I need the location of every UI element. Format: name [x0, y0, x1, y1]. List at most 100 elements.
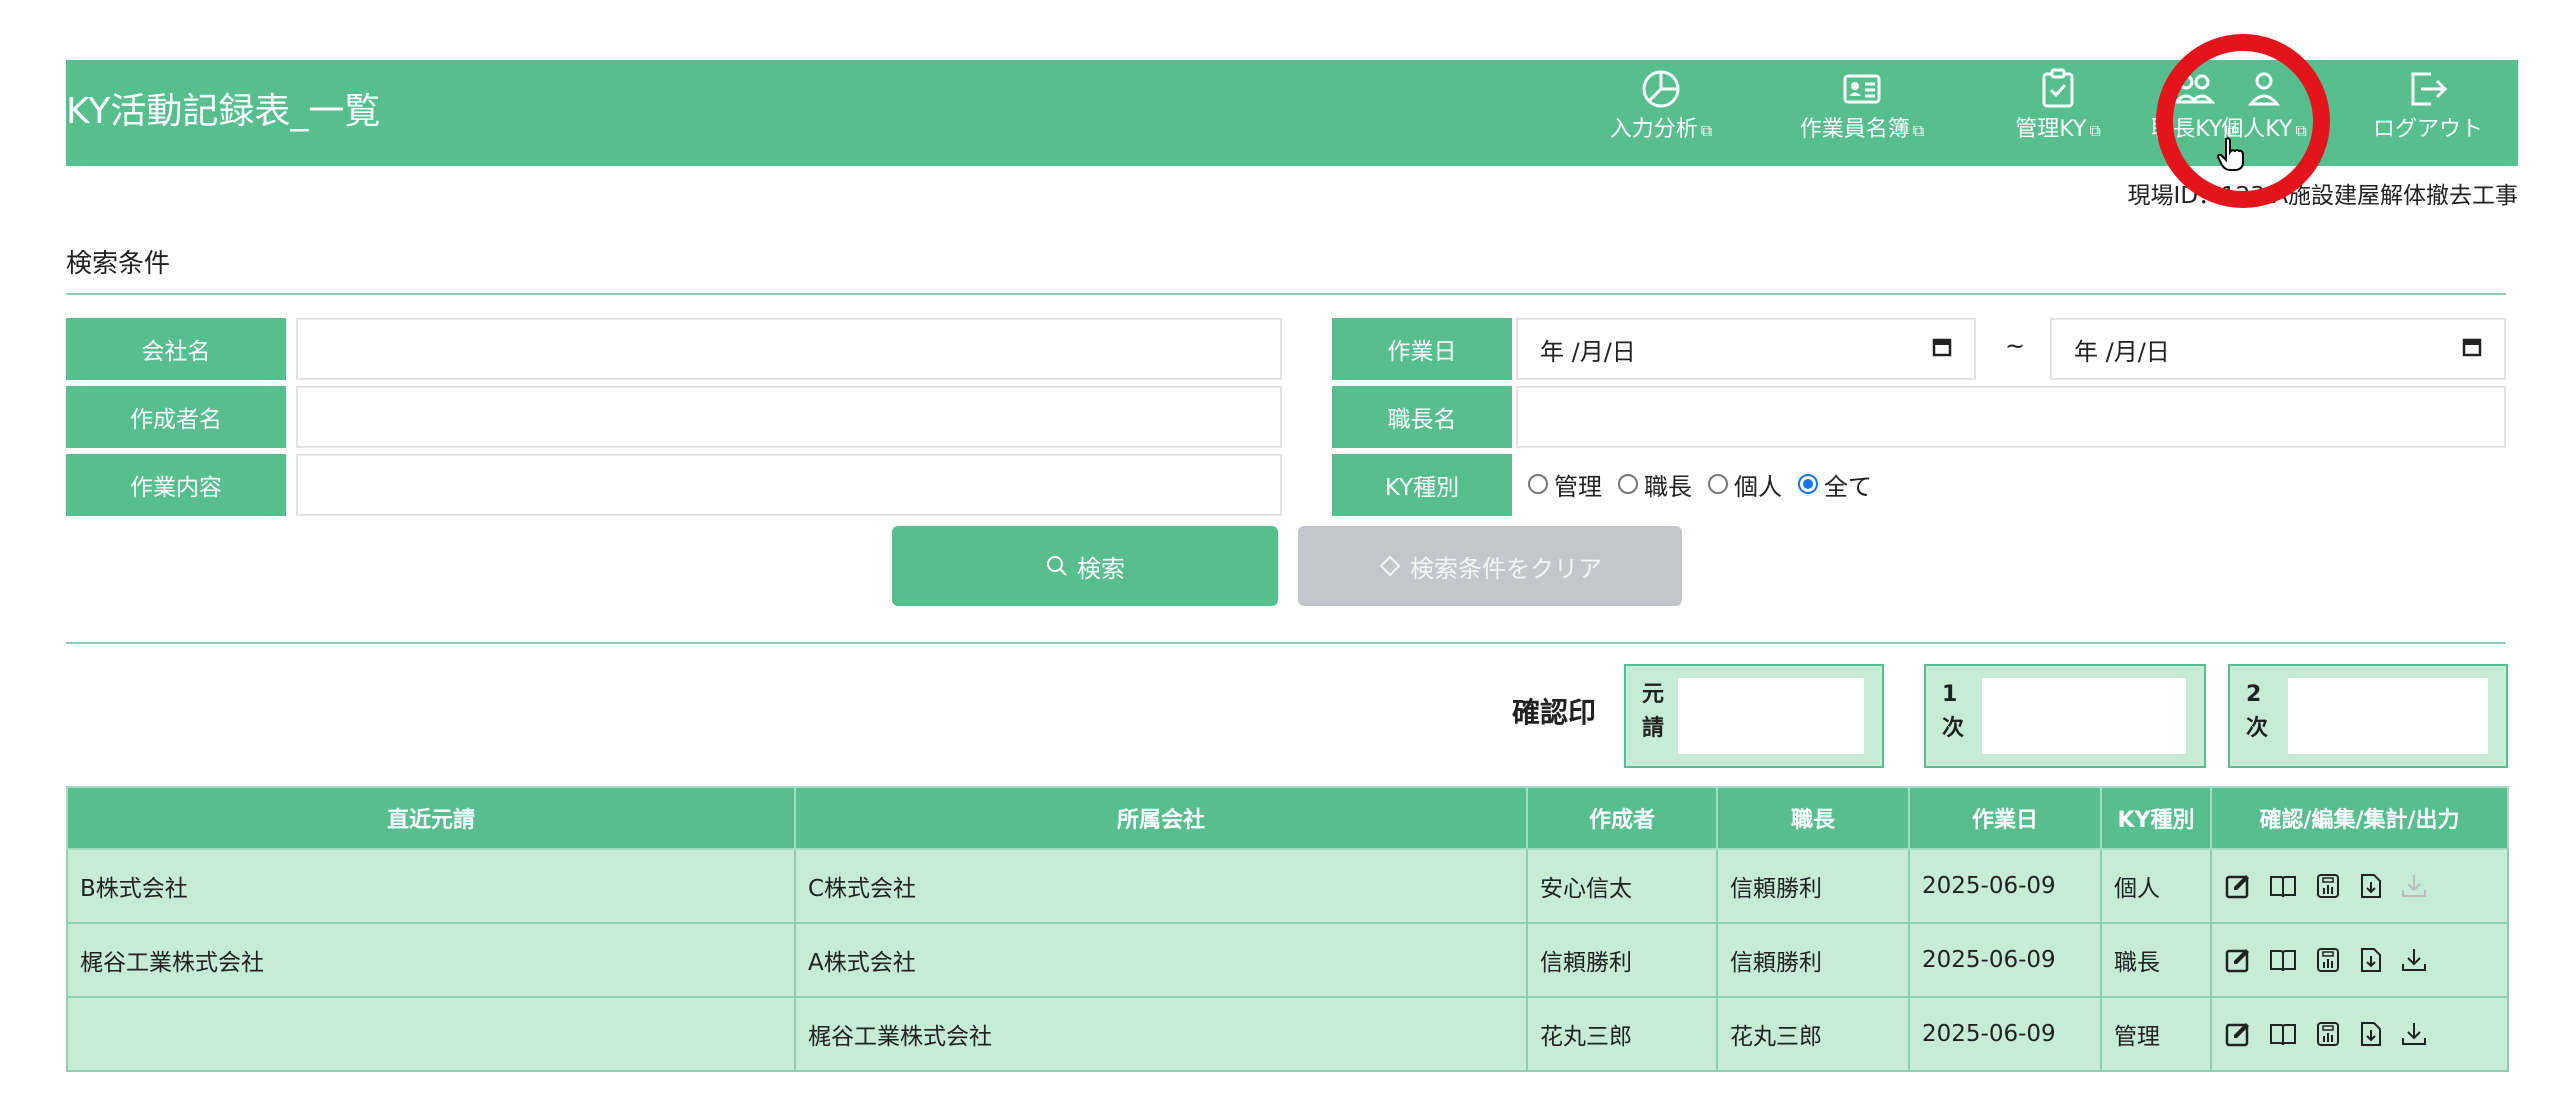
date-from-input[interactable]: 年 /月/日	[1516, 318, 1976, 380]
calculator-icon[interactable]	[2314, 872, 2342, 900]
table-header-row: 直近元請 所属会社 作成者 職長 作業日 KY種別 確認/編集/集計/出力	[66, 786, 2509, 850]
radio-button[interactable]	[1708, 474, 1728, 494]
cell-date: 2025-06-09	[1908, 996, 2102, 1072]
column-header: 直近元請	[66, 786, 796, 850]
nav-input-analysis[interactable]: 入力分析 ⧉	[1566, 68, 1756, 158]
search-button[interactable]: 検索	[892, 526, 1278, 606]
hand-cursor-icon	[2216, 136, 2246, 176]
calendar-icon[interactable]	[2462, 335, 2482, 363]
stamp-box-prime: 元請	[1624, 664, 1884, 768]
author-input[interactable]	[296, 386, 1282, 448]
nav-logout[interactable]: ログアウト	[2350, 68, 2506, 158]
book-icon[interactable]	[2268, 946, 2298, 974]
book-icon[interactable]	[2268, 1020, 2298, 1048]
pie-chart-icon	[1642, 70, 1680, 108]
cell-foreman: 信頼勝利	[1716, 922, 1910, 998]
date-from-value: 年 /月/日	[1540, 337, 1636, 366]
calculator-icon[interactable]	[2314, 946, 2342, 974]
nav-management-ky[interactable]: 管理KY ⧉	[1986, 68, 2130, 158]
stamp-area	[1982, 678, 2186, 754]
page-title: KY活動記録表_一覧	[66, 91, 381, 132]
cell-ky-type: 個人	[2100, 848, 2212, 924]
section-divider	[66, 293, 2506, 295]
column-header: 作成者	[1526, 786, 1718, 850]
radio-button[interactable]	[1618, 474, 1638, 494]
column-header: 作業日	[1908, 786, 2102, 850]
cell-actions	[2210, 922, 2509, 998]
radio-management[interactable]: 管理	[1528, 467, 1602, 502]
cell-company: C株式会社	[794, 848, 1528, 924]
stamp-key: 1次	[1942, 682, 1965, 741]
date-label: 作業日	[1332, 318, 1512, 380]
cell-ky-type: 職長	[2100, 922, 2212, 998]
stamp-key: 2次	[2246, 682, 2269, 741]
radio-label: 管理	[1554, 472, 1602, 501]
download-doc-icon[interactable]	[2358, 872, 2384, 900]
company-label: 会社名	[66, 318, 286, 380]
calculator-icon[interactable]	[2314, 1020, 2342, 1048]
work-content-input[interactable]	[296, 454, 1282, 516]
clipboard-check-icon	[2042, 68, 2074, 108]
cell-company: 梶谷工業株式会社	[794, 996, 1528, 1072]
nav-worker-roster[interactable]: 作業員名簿 ⧉	[1762, 68, 1962, 158]
edit-icon[interactable]	[2224, 946, 2252, 974]
date-to-value: 年 /月/日	[2074, 337, 2170, 366]
nav-label: 管理KY	[2015, 117, 2087, 142]
radio-button[interactable]	[1528, 474, 1548, 494]
foreman-input[interactable]	[1516, 386, 2506, 448]
app-header: KY活動記録表_一覧 入力分析 ⧉ 作業員名簿 ⧉ 管理KY ⧉ 職長KY ⧉ …	[66, 60, 2518, 166]
confirm-stamp-label: 確認印	[1512, 696, 1597, 729]
cell-ky-type: 管理	[2100, 996, 2212, 1072]
search-section-title: 検索条件	[66, 249, 171, 279]
download-icon[interactable]	[2400, 946, 2428, 974]
author-label: 作成者名	[66, 386, 286, 448]
book-icon[interactable]	[2268, 872, 2298, 900]
table-row: 梶谷工業株式会社 花丸三郎 花丸三郎 2025-06-09 管理	[66, 996, 2509, 1072]
radio-all[interactable]: 全て	[1798, 467, 1872, 502]
external-link-icon: ⧉	[1700, 121, 1713, 140]
eraser-icon	[1379, 555, 1401, 577]
column-header: 所属会社	[794, 786, 1528, 850]
radio-label: 全て	[1824, 472, 1872, 501]
download-doc-icon[interactable]	[2358, 946, 2384, 974]
search-icon	[1047, 556, 1067, 576]
section-divider	[66, 642, 2506, 644]
cell-prime-contractor: 梶谷工業株式会社	[66, 922, 796, 998]
date-range-separator: ~	[2005, 332, 2026, 360]
column-header: 確認/編集/集計/出力	[2210, 786, 2509, 850]
date-to-input[interactable]: 年 /月/日	[2050, 318, 2506, 380]
external-link-icon: ⧉	[2089, 121, 2101, 140]
content-label: 作業内容	[66, 454, 286, 516]
logout-icon	[2411, 72, 2448, 106]
calendar-icon[interactable]	[1932, 335, 1952, 363]
cell-date: 2025-06-09	[1908, 922, 2102, 998]
stamp-box-second-tier: 2次	[2228, 664, 2508, 768]
external-link-icon: ⧉	[1912, 121, 1925, 140]
table-row: B株式会社 C株式会社 安心信太 信頼勝利 2025-06-09 個人	[66, 848, 2509, 924]
radio-personal[interactable]: 個人	[1708, 467, 1782, 502]
radio-label: 職長	[1644, 472, 1692, 501]
clear-conditions-button[interactable]: 検索条件をクリア	[1298, 526, 1682, 606]
external-link-icon: ⧉	[2295, 121, 2307, 140]
radio-button-checked[interactable]	[1798, 474, 1818, 494]
search-button-label: 検索	[1077, 554, 1125, 583]
edit-icon[interactable]	[2224, 1020, 2252, 1048]
clear-button-label: 検索条件をクリア	[1410, 554, 1602, 583]
radio-label: 個人	[1734, 472, 1782, 501]
radio-foreman[interactable]: 職長	[1618, 467, 1692, 502]
download-icon[interactable]	[2400, 1020, 2428, 1048]
stamp-area	[1678, 678, 1864, 754]
edit-icon[interactable]	[2224, 872, 2252, 900]
column-header: 職長	[1716, 786, 1910, 850]
cell-foreman: 信頼勝利	[1716, 848, 1910, 924]
cell-foreman: 花丸三郎	[1716, 996, 1910, 1072]
cell-prime-contractor: B株式会社	[66, 848, 796, 924]
download-icon	[2400, 872, 2428, 900]
nav-label: 作業員名簿	[1799, 117, 1910, 142]
company-input[interactable]	[296, 318, 1282, 380]
nav-label: ログアウト	[2372, 117, 2483, 142]
column-header: KY種別	[2100, 786, 2212, 850]
ky-records-table: 直近元請 所属会社 作成者 職長 作業日 KY種別 確認/編集/集計/出力 B株…	[66, 786, 2509, 1072]
ky-type-radio-group: 管理 職長 個人 全て	[1528, 464, 1888, 504]
download-doc-icon[interactable]	[2358, 1020, 2384, 1048]
